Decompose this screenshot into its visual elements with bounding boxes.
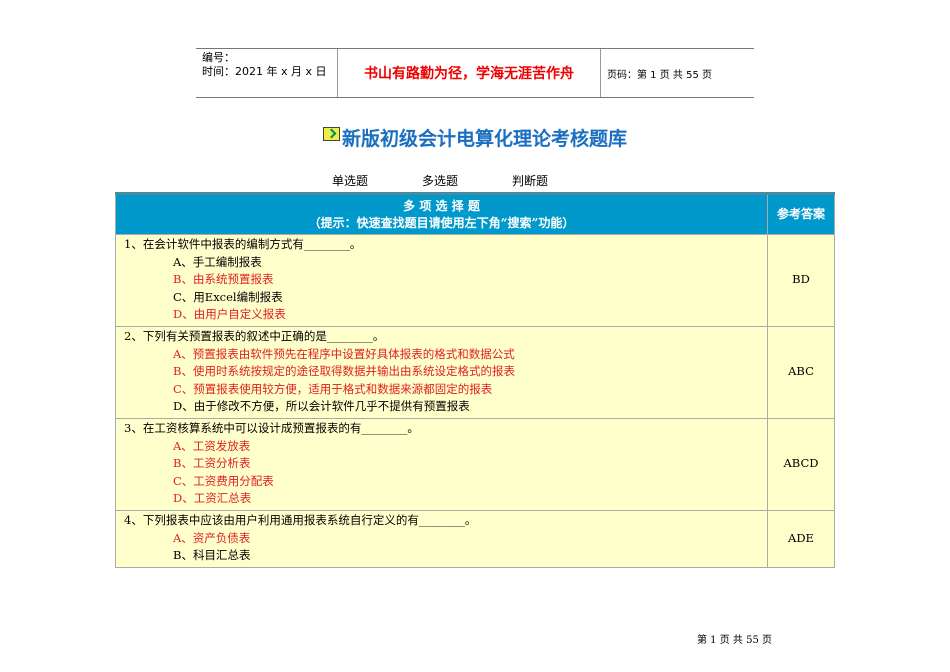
option: C、工资费用分配表 xyxy=(173,473,274,488)
option: B、由系统预置报表 xyxy=(173,272,274,287)
number-label: 编号： xyxy=(202,51,235,64)
option: B、工资分析表 xyxy=(173,456,251,471)
nav-single-choice[interactable]: 单选题 xyxy=(332,172,368,189)
answer-header: 参考答案 xyxy=(767,193,835,235)
option: A、预置报表由软件预先在程序中设置好具体报表的格式和数据公式 xyxy=(173,346,515,361)
question-row: 2、下列有关预置报表的叙述中正确的是________。 A、预置报表由软件预先在程… xyxy=(115,325,835,419)
question-text: 3、在工资核算系统中可以设计成预置报表的有________。 xyxy=(124,420,419,435)
question-cell: 2、下列有关预置报表的叙述中正确的是________。 A、预置报表由软件预先在程… xyxy=(115,325,768,419)
question-text: 4、下列报表中应该由用户利用通用报表系统自行定义的有________。 xyxy=(124,512,477,527)
option: B、科目汇总表 xyxy=(173,548,251,563)
page-code: 页码：第 1 页 共 55 页 xyxy=(607,69,712,81)
option: A、手工编制报表 xyxy=(173,254,262,269)
option: A、工资发放表 xyxy=(173,438,251,453)
header-meta: 编号： 时间：2021 年 x 月 x 日 xyxy=(196,49,338,97)
option: C、用Excel编制报表 xyxy=(173,289,283,304)
arrow-icon xyxy=(322,127,340,141)
option: C、预置报表使用较方便，适用于格式和数据来源都固定的报表 xyxy=(173,381,493,396)
motto: 书山有路勤为径，学海无涯苦作舟 xyxy=(338,49,601,97)
nav-multiple-choice[interactable]: 多选题 xyxy=(422,172,458,189)
question-row: 1、在会计软件中报表的编制方式有________。 A、手工编制报表 B、由系统预置… xyxy=(115,234,835,327)
answer-cell: ABC xyxy=(767,325,835,419)
question-row: 4、下列报表中应该由用户利用通用报表系统自行定义的有________。 A、资产负… xyxy=(115,509,835,568)
option: B、使用时系统按规定的途径取得数据并输出由系统设定格式的报表 xyxy=(173,364,515,379)
hint-text: （提示：快速查找题目请使用左下角“搜索”功能） xyxy=(308,215,575,230)
question-cell: 1、在会计软件中报表的编制方式有________。 A、手工编制报表 B、由系统预置… xyxy=(115,234,768,327)
answer-cell: ABCD xyxy=(767,417,835,511)
document-header: 编号： 时间：2021 年 x 月 x 日 书山有路勤为径，学海无涯苦作舟 页码… xyxy=(196,48,754,98)
nav-true-false[interactable]: 判断题 xyxy=(512,172,548,189)
option: D、工资汇总表 xyxy=(173,491,252,506)
question-row: 3、在工资核算系统中可以设计成预置报表的有________。 A、工资发放表 B、工… xyxy=(115,417,835,511)
question-cell: 4、下列报表中应该由用户利用通用报表系统自行定义的有________。 A、资产负… xyxy=(115,509,768,568)
time-label: 时间：2021 年 x 月 x 日 xyxy=(202,65,327,78)
question-text: 1、在会计软件中报表的编制方式有________。 xyxy=(124,237,362,251)
question-text: 2、下列有关预置报表的叙述中正确的是________。 xyxy=(124,328,385,343)
option: A、资产负债表 xyxy=(173,530,251,545)
option: D、由于修改不方便，所以会计软件几乎不提供有预置报表 xyxy=(173,399,470,414)
answer-cell: BD xyxy=(767,234,835,327)
heading-text: 多 项 选 择 题 xyxy=(403,198,480,213)
page-title: 新版初级会计电算化理论考核题库 xyxy=(0,124,950,151)
question-table: 多 项 选 择 题 （提示：快速查找题目请使用左下角“搜索”功能） 参考答案 1、… xyxy=(115,192,835,568)
option: D、由用户自定义报表 xyxy=(173,307,286,322)
title-text: 新版初级会计电算化理论考核题库 xyxy=(341,128,627,150)
question-type-nav: 单选题 多选题 判断题 xyxy=(332,172,548,189)
answer-cell: ADE xyxy=(767,509,835,568)
question-cell: 3、在工资核算系统中可以设计成预置报表的有________。 A、工资发放表 B、工… xyxy=(115,417,768,511)
table-heading: 多 项 选 择 题 （提示：快速查找题目请使用左下角“搜索”功能） xyxy=(115,193,768,235)
page-footer: 第 1 页 共 55 页 xyxy=(697,635,772,646)
